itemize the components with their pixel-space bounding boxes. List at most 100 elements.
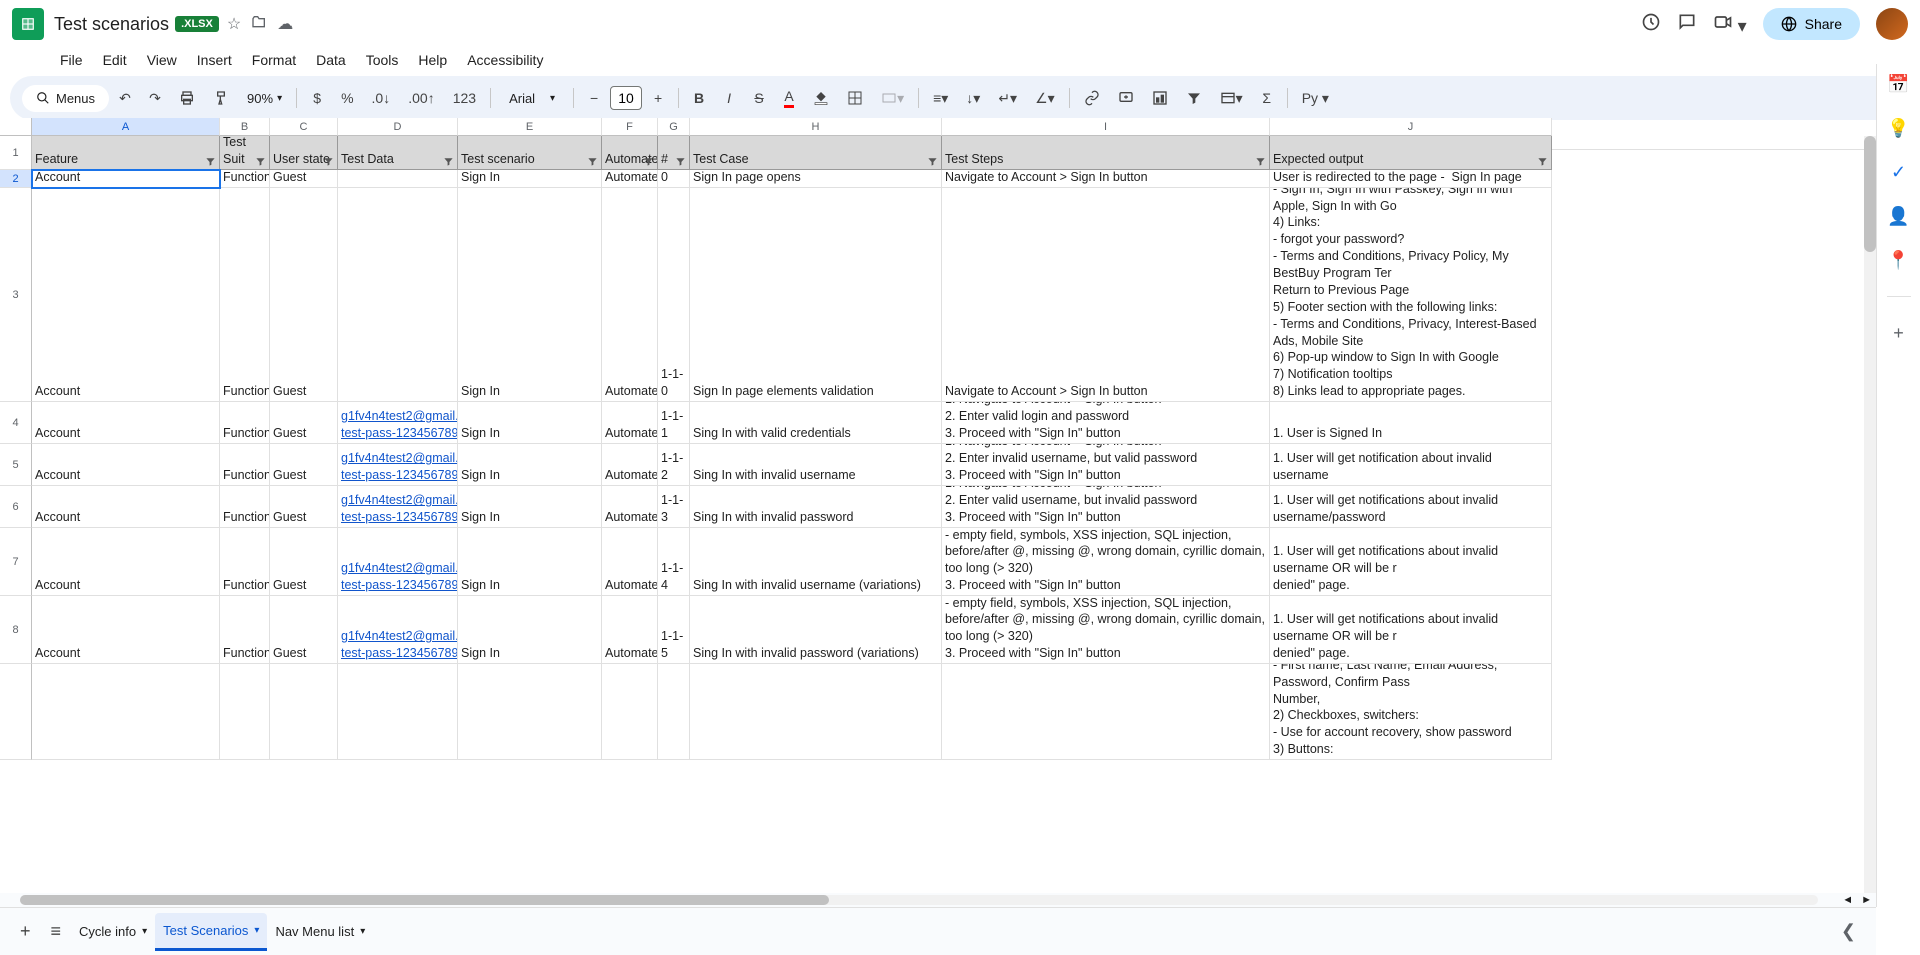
cell[interactable] [338,170,458,188]
column-header-D[interactable]: D [338,118,458,136]
table-icon[interactable]: ▾ [1212,84,1251,113]
column-header-cell[interactable]: Feature [32,136,220,170]
cell[interactable]: Functional [220,188,270,402]
sheet-tab-test-scenarios[interactable]: Test Scenarios▾ [155,913,267,951]
cell[interactable]: Navigate to Account > Sign In button [942,188,1270,402]
all-sheets-icon[interactable]: ≡ [41,913,72,950]
cell[interactable]: User is redirected to the page - Sign Up… [1270,664,1552,760]
cell[interactable]: 1-1-5 [658,596,690,664]
expand-panel-icon[interactable]: ❮ [1841,921,1866,942]
cell[interactable]: Functional [220,596,270,664]
column-header-cell[interactable]: Test Steps [942,136,1270,170]
history-icon[interactable] [1641,12,1661,37]
menu-format[interactable]: Format [244,48,304,72]
halign-icon[interactable]: ≡▾ [925,84,956,113]
cell[interactable]: Account [32,486,220,528]
cell[interactable]: Guest [270,188,338,402]
cell[interactable]: 1-1-3 [658,486,690,528]
column-header-G[interactable]: G [658,118,690,136]
maps-icon[interactable]: 📍 [1887,248,1911,272]
row-header[interactable]: 8 [0,596,32,664]
tasks-icon[interactable]: ✓ [1887,160,1911,184]
cell[interactable]: Sign In [458,188,602,402]
cell[interactable]: Account [32,188,220,402]
cell[interactable]: User is redirected to the page - Sign In… [1270,170,1552,188]
increase-font-icon[interactable]: + [644,84,672,112]
redo-icon[interactable]: ↷ [141,84,169,113]
cell[interactable] [220,664,270,760]
cell[interactable]: Automated [602,596,658,664]
cell[interactable]: 1. Navigate to Account > Sign In button … [942,444,1270,486]
cell[interactable] [270,664,338,760]
cell[interactable]: Navigate to Account > Sign In button [942,170,1270,188]
cell[interactable]: Sing In with invalid username [690,444,942,486]
bold-icon[interactable]: B [685,84,713,112]
fill-color-icon[interactable] [805,84,837,112]
functions-icon[interactable]: Σ [1253,84,1281,112]
cell[interactable] [32,664,220,760]
cell[interactable]: 1. Navigate to Account > Sign In button … [942,486,1270,528]
column-header-cell[interactable]: Test Data [338,136,458,170]
wrap-icon[interactable]: ↵▾ [990,84,1025,113]
cell[interactable]: Sing In with invalid username (variation… [690,528,942,596]
addons-icon[interactable]: + [1887,321,1911,345]
cell[interactable]: 1. Navigate to Account > Sign In button … [942,402,1270,444]
cell[interactable]: 1. Navigate to Account > Sign In button … [942,528,1270,596]
cell[interactable]: Functional [220,486,270,528]
text-color-icon[interactable]: A [775,82,803,114]
font-size-input[interactable] [610,86,642,110]
cell[interactable]: Functional [220,402,270,444]
column-header-cell[interactable]: Expected output [1270,136,1552,170]
cell[interactable]: g1fv4n4test2@gmail.com test-pass-1234567… [338,444,458,486]
column-header-cell[interactable]: User state [270,136,338,170]
cell[interactable]: Automated [602,188,658,402]
column-header-J[interactable]: J [1270,118,1552,136]
print-icon[interactable] [171,84,203,112]
cell[interactable]: Automated [602,486,658,528]
star-icon[interactable]: ☆ [227,14,241,34]
scroll-left-icon[interactable]: ◄ [1838,894,1857,906]
sheets-logo-icon[interactable] [12,8,44,40]
column-header-cell[interactable]: Test Suit [220,136,270,170]
menu-insert[interactable]: Insert [189,48,240,72]
menu-data[interactable]: Data [308,48,354,72]
cell[interactable]: g1fv4n4test2@gmail.com test-pass-1234567… [338,486,458,528]
column-header-cell[interactable]: Test Case [690,136,942,170]
cell[interactable]: Guest [270,596,338,664]
cell[interactable]: Sing In with valid credentials [690,402,942,444]
search-menus-button[interactable]: Menus [22,85,109,112]
increase-decimal-icon[interactable]: .00↑ [400,84,442,112]
cell[interactable]: 1-0-0 [658,170,690,188]
column-header-F[interactable]: F [602,118,658,136]
undo-icon[interactable]: ↶ [111,84,139,113]
cell[interactable]: 1. User will get notifications about inv… [1270,596,1552,664]
cell[interactable]: Automated [602,402,658,444]
comment-icon[interactable] [1110,84,1142,112]
column-header-A[interactable]: A [32,118,220,136]
menu-tools[interactable]: Tools [358,48,407,72]
cell[interactable]: 1. User will get notification about inva… [1270,444,1552,486]
cell[interactable]: Guest [270,170,338,188]
cell[interactable]: Automated [602,444,658,486]
cell[interactable]: Sing In with invalid password (variation… [690,596,942,664]
comments-icon[interactable] [1677,12,1697,37]
cell[interactable]: Functional [220,528,270,596]
sheet-tab-nav-menu-list[interactable]: Nav Menu list▾ [267,914,373,949]
spreadsheet-grid[interactable]: ABCDEFGHIJ1FeatureTest SuitUser stateTes… [0,118,1876,907]
meet-icon[interactable]: ▾ [1713,12,1747,37]
row-header[interactable]: 7 [0,528,32,596]
cell[interactable]: Sign In page opens [690,170,942,188]
cell[interactable]: Sign In [458,486,602,528]
python-icon[interactable]: Py ▾ [1294,84,1337,113]
cell[interactable]: Guest [270,402,338,444]
cell[interactable]: 1. User is Signed In [1270,402,1552,444]
cell[interactable]: Sign In [458,528,602,596]
cell[interactable]: Automated [602,528,658,596]
column-header-I[interactable]: I [942,118,1270,136]
cell[interactable] [658,664,690,760]
cell[interactable]: Sign In [458,596,602,664]
chart-icon[interactable] [1144,84,1176,112]
cell[interactable]: User is redirected to the page - Sign In… [1270,188,1552,402]
decrease-font-icon[interactable]: − [580,84,608,112]
cell[interactable] [602,664,658,760]
